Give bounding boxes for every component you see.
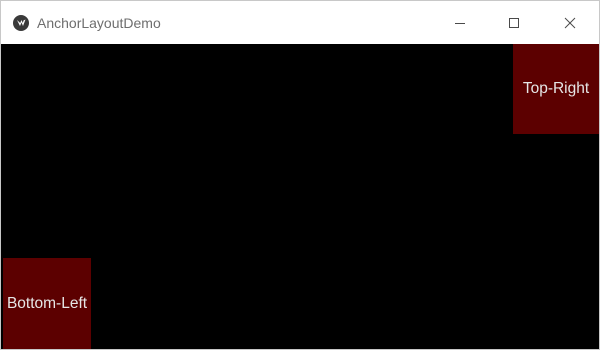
minimize-button[interactable] <box>437 1 483 44</box>
bottom-left-button[interactable]: Bottom-Left <box>3 258 91 349</box>
bottom-left-button-label: Bottom-Left <box>6 294 88 312</box>
title-bar[interactable]: AnchorLayoutDemo <box>1 1 599 44</box>
maximize-button[interactable] <box>491 1 537 44</box>
top-right-button[interactable]: Top-Right <box>513 44 599 134</box>
maximize-icon <box>509 17 519 28</box>
top-right-button-label: Top-Right <box>522 80 590 97</box>
anchor-layout-canvas: Top-Right Bottom-Left <box>1 44 599 349</box>
minimize-icon <box>455 22 465 24</box>
window-title: AnchorLayoutDemo <box>37 15 161 31</box>
close-button[interactable] <box>547 1 593 44</box>
app-window: AnchorLayoutDemo Top-Right Bottom-Left <box>0 0 600 350</box>
close-icon <box>564 17 576 28</box>
kivy-icon[interactable] <box>13 15 29 31</box>
